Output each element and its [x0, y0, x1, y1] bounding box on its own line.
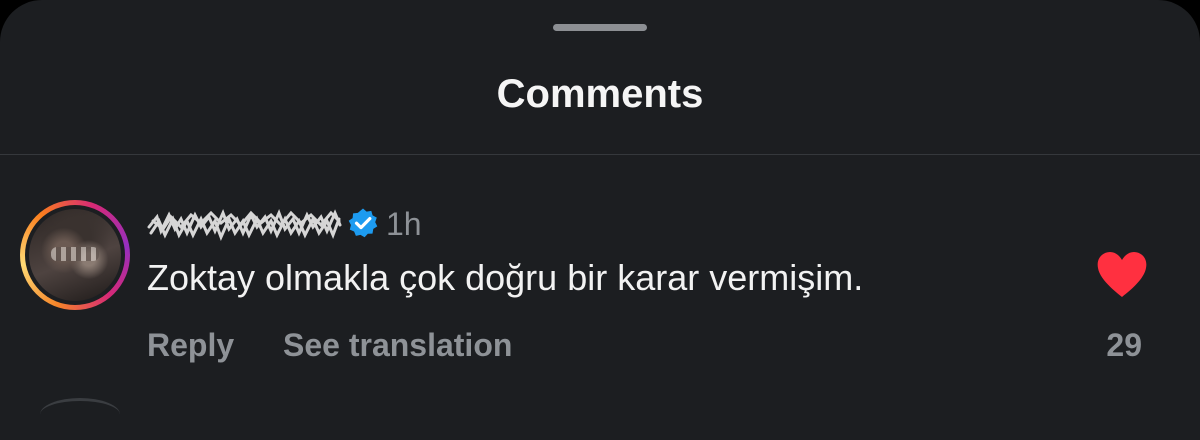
avatar-photo [29, 209, 121, 301]
avatar[interactable] [20, 200, 130, 310]
like-count: 29 [1106, 327, 1142, 363]
sheet-title: Comments [496, 72, 704, 116]
next-comment-avatar [40, 398, 120, 431]
header-divider [0, 154, 1200, 155]
comment-text: Zoktay olmakla çok doğru bir karar vermi… [147, 257, 864, 298]
username-redacted[interactable] [147, 205, 342, 243]
heart-icon[interactable] [1096, 251, 1148, 299]
drag-handle[interactable] [553, 24, 647, 31]
see-translation-button[interactable]: See translation [283, 326, 512, 364]
reply-button[interactable]: Reply [147, 326, 234, 364]
verified-badge-icon [348, 208, 378, 238]
comments-sheet: Comments 1h Zoktay olmakla çok doğru bir… [0, 0, 1200, 440]
comment-timestamp: 1h [386, 206, 422, 242]
